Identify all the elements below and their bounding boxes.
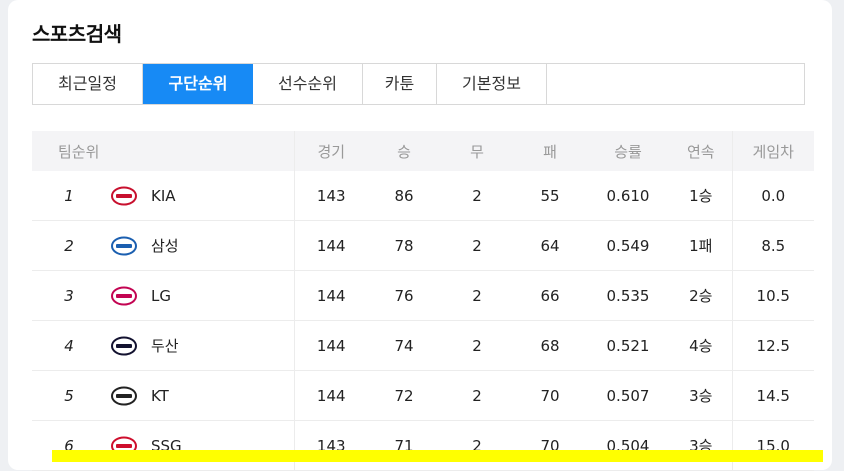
- highlight-bar: [52, 450, 823, 462]
- tab-team-ranking[interactable]: 구단순위: [143, 64, 253, 104]
- win-pct-cell: 0.507: [586, 370, 670, 421]
- games-cell: 143: [293, 420, 368, 471]
- win-pct-cell: 0.535: [586, 270, 670, 321]
- tab-bar: 최근일정 구단순위 선수순위 카툰 기본정보: [32, 63, 805, 105]
- team-cell: 삼성: [106, 220, 294, 271]
- tab-player-ranking[interactable]: 선수순위: [253, 64, 363, 104]
- wins-cell: 72: [368, 370, 440, 421]
- table-row[interactable]: 1 KIA 143 86 2 55 0.610 1승 0.0: [32, 171, 814, 221]
- team-name[interactable]: LG: [151, 287, 171, 305]
- streak-cell: 4승: [670, 320, 732, 371]
- streak-cell: 2승: [670, 270, 732, 321]
- table-row[interactable]: 6 SSG 143 71 2 70 0.504 3승 15.0: [32, 420, 814, 471]
- team-cell: LG: [106, 270, 294, 321]
- team-name[interactable]: 삼성: [151, 235, 179, 256]
- rank-cell: 4: [32, 320, 106, 371]
- team-cell: KT: [106, 370, 294, 421]
- games-cell: 144: [293, 220, 368, 271]
- tab-basic-info[interactable]: 기본정보: [437, 64, 547, 104]
- table-row[interactable]: 5 KT 144 72 2 70 0.507 3승 14.5: [32, 370, 814, 421]
- draws-cell: 2: [440, 171, 514, 221]
- losses-cell: 70: [514, 370, 586, 421]
- team-cell: SSG: [106, 420, 294, 471]
- win-pct-cell: 0.549: [586, 220, 670, 271]
- games-cell: 143: [293, 171, 368, 221]
- sports-search-card: 스포츠검색 최근일정 구단순위 선수순위 카툰 기본정보 팀순위 경기 승 무 …: [8, 0, 832, 471]
- games-cell: 144: [293, 370, 368, 421]
- games-behind-cell: 10.5: [731, 270, 814, 321]
- header-team-rank: 팀순위: [32, 131, 294, 171]
- table-row[interactable]: 2 삼성 144 78 2 64 0.549 1패 8.5: [32, 220, 814, 271]
- losses-cell: 55: [514, 171, 586, 221]
- table-row[interactable]: 3 LG 144 76 2 66 0.535 2승 10.5: [32, 270, 814, 321]
- draws-cell: 2: [440, 420, 514, 471]
- team-logo-icon: [111, 236, 137, 255]
- draws-cell: 2: [440, 220, 514, 271]
- team-name[interactable]: 두산: [151, 335, 179, 356]
- team-logo-icon: [111, 186, 137, 205]
- games-behind-cell: 0.0: [731, 171, 814, 221]
- tab-cartoon[interactable]: 카툰: [363, 64, 437, 104]
- team-cell: 두산: [106, 320, 294, 371]
- rank-cell: 6: [32, 420, 106, 471]
- team-name[interactable]: KIA: [151, 187, 176, 205]
- header-games-behind: 게임차: [731, 131, 814, 171]
- win-pct-cell: 0.504: [586, 420, 670, 471]
- header-win-pct: 승률: [586, 131, 670, 171]
- team-logo-icon: [111, 336, 137, 355]
- streak-cell: 1패: [670, 220, 732, 271]
- rank-cell: 1: [32, 171, 106, 221]
- header-losses: 패: [514, 131, 586, 171]
- header-games: 경기: [293, 131, 368, 171]
- page-title: 스포츠검색: [32, 22, 122, 46]
- rank-cell: 2: [32, 220, 106, 271]
- losses-cell: 70: [514, 420, 586, 471]
- games-cell: 144: [293, 270, 368, 321]
- win-pct-cell: 0.610: [586, 171, 670, 221]
- draws-cell: 2: [440, 370, 514, 421]
- wins-cell: 86: [368, 171, 440, 221]
- team-cell: KIA: [106, 171, 294, 221]
- draws-cell: 2: [440, 320, 514, 371]
- wins-cell: 76: [368, 270, 440, 321]
- rank-cell: 3: [32, 270, 106, 321]
- games-cell: 144: [293, 320, 368, 371]
- header-draws: 무: [440, 131, 514, 171]
- draws-cell: 2: [440, 270, 514, 321]
- games-behind-cell: 8.5: [731, 220, 814, 271]
- table-row[interactable]: 4 두산 144 74 2 68 0.521 4승 12.5: [32, 320, 814, 371]
- games-behind-cell: 15.0: [731, 420, 814, 471]
- losses-cell: 68: [514, 320, 586, 371]
- games-behind-cell: 12.5: [731, 320, 814, 371]
- losses-cell: 64: [514, 220, 586, 271]
- team-name[interactable]: KT: [151, 387, 169, 405]
- wins-cell: 74: [368, 320, 440, 371]
- table-header-row: 팀순위 경기 승 무 패 승률 연속 게임차: [32, 131, 814, 171]
- header-streak: 연속: [670, 131, 732, 171]
- streak-cell: 3승: [670, 370, 732, 421]
- games-behind-cell: 14.5: [731, 370, 814, 421]
- rank-cell: 5: [32, 370, 106, 421]
- tab-recent-schedule[interactable]: 최근일정: [33, 64, 143, 104]
- streak-cell: 1승: [670, 171, 732, 221]
- team-logo-icon: [111, 386, 137, 405]
- wins-cell: 78: [368, 220, 440, 271]
- wins-cell: 71: [368, 420, 440, 471]
- streak-cell: 3승: [670, 420, 732, 471]
- header-wins: 승: [368, 131, 440, 171]
- win-pct-cell: 0.521: [586, 320, 670, 371]
- standings-body: 1 KIA 143 86 2 55 0.610 1승 0.0 2 삼성 144 78 2 64 0.549 1패…: [32, 171, 814, 471]
- standings-table: 팀순위 경기 승 무 패 승률 연속 게임차 1 KIA 143 86 2 55 0.610…: [32, 131, 814, 471]
- losses-cell: 66: [514, 270, 586, 321]
- team-logo-icon: [111, 286, 137, 305]
